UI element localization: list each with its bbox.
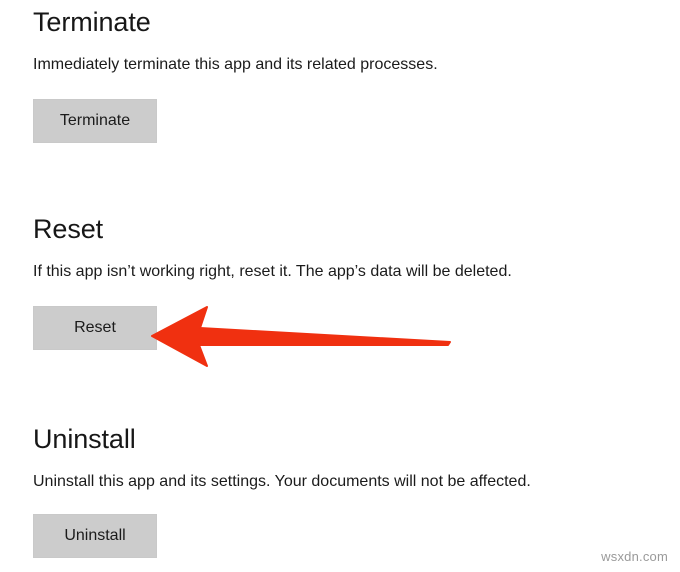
reset-button[interactable]: Reset (33, 305, 157, 350)
section-reset-description: If this app isn’t working right, reset i… (33, 263, 512, 281)
app-settings-page: Terminate Immediately terminate this app… (0, 0, 680, 572)
section-terminate-title: Terminate (33, 7, 151, 37)
section-uninstall: Uninstall Uninstall this app and its set… (33, 425, 531, 558)
section-uninstall-description: Uninstall this app and its settings. You… (33, 473, 531, 491)
terminate-button[interactable]: Terminate (33, 98, 157, 143)
section-terminate-description: Immediately terminate this app and its r… (33, 56, 438, 74)
section-uninstall-title: Uninstall (33, 424, 136, 454)
watermark-text: wsxdn.com (601, 549, 668, 564)
section-reset: Reset If this app isn’t working right, r… (33, 215, 512, 350)
section-terminate: Terminate Immediately terminate this app… (33, 8, 438, 143)
section-reset-title: Reset (33, 214, 104, 244)
uninstall-button[interactable]: Uninstall (33, 513, 157, 558)
